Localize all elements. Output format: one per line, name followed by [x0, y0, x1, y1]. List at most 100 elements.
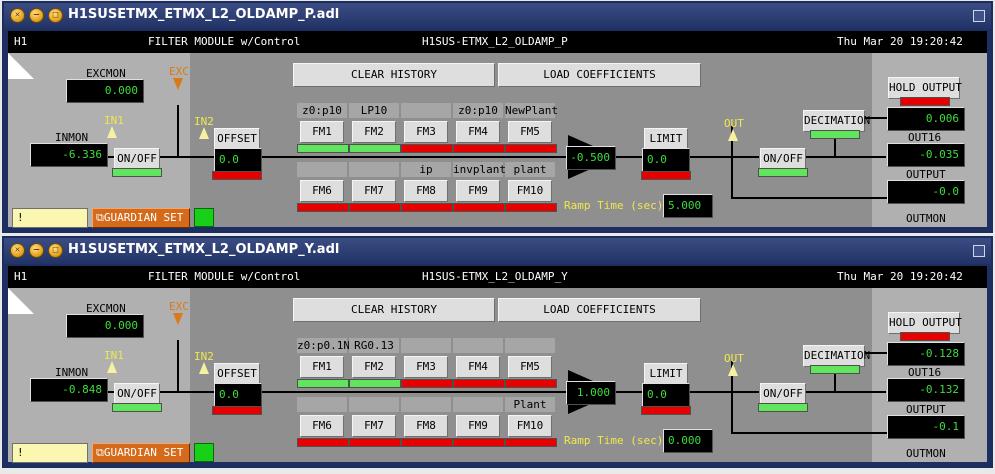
filter-name-label: [401, 397, 451, 412]
filter-button-fm8[interactable]: FM8: [404, 415, 448, 437]
site-label: H1: [14, 35, 28, 48]
maximize-icon[interactable]: □: [48, 243, 63, 258]
load-coefficients-button[interactable]: LOAD COEFFICIENTS: [498, 63, 701, 87]
filter-state-indicator: [453, 438, 505, 447]
site-label: H1: [14, 270, 28, 283]
filter-state-indicator: [401, 379, 453, 388]
limit-input[interactable]: 0.0: [642, 148, 690, 172]
filter-button-fm3[interactable]: FM3: [404, 121, 448, 143]
filter-button-fm10[interactable]: FM10: [508, 415, 552, 437]
module-type-label: FILTER MODULE w/Control: [148, 35, 301, 48]
window-menu-icon[interactable]: [973, 10, 985, 22]
window-title-bar[interactable]: ✕ – □ H1SUSETMX_ETMX_L2_OLDAMP_P.adl: [4, 3, 991, 29]
datetime-label: Thu Mar 20 19:20:42: [837, 35, 963, 48]
output-switch-button[interactable]: ON/OFF: [760, 383, 806, 405]
offset-input[interactable]: 0.0: [214, 383, 262, 407]
output-switch-indicator: [758, 403, 808, 412]
filter-name-label: plant: [505, 162, 555, 177]
filter-button-fm4[interactable]: FM4: [456, 121, 500, 143]
inmon-readback: -0.848: [30, 378, 108, 402]
filter-button-fm5[interactable]: FM5: [508, 121, 552, 143]
limit-indicator: [641, 406, 691, 415]
output-switch-button[interactable]: ON/OFF: [760, 148, 806, 170]
window-title: H1SUSETMX_ETMX_L2_OLDAMP_P.adl: [68, 7, 340, 22]
window-title-bar[interactable]: ✕ – □ H1SUSETMX_ETMX_L2_OLDAMP_Y.adl: [4, 238, 991, 264]
offset-button[interactable]: OFFSET: [214, 363, 260, 385]
filter-button-fm2[interactable]: FM2: [352, 121, 396, 143]
filter-button-fm7[interactable]: FM7: [352, 180, 396, 202]
offset-indicator: [212, 171, 262, 180]
offset-button[interactable]: OFFSET: [214, 128, 260, 150]
filter-state-indicator: [505, 438, 557, 447]
clear-history-button[interactable]: CLEAR HISTORY: [293, 298, 495, 322]
filter-state-indicator: [401, 144, 453, 153]
output-readback: -0.0: [887, 180, 965, 204]
filter-button-fm10[interactable]: FM10: [508, 180, 552, 202]
output-readback: -0.1: [887, 415, 965, 439]
exc-arrow-icon: [173, 313, 183, 325]
header-bar: H1 FILTER MODULE w/Control H1SUS-ETMX_L2…: [8, 31, 987, 53]
filter-button-fm8[interactable]: FM8: [404, 180, 448, 202]
limit-button[interactable]: LIMIT: [644, 363, 688, 385]
filter-button-fm5[interactable]: FM5: [508, 356, 552, 378]
filter-name-label: z0:p10: [297, 103, 347, 118]
hold-output-button[interactable]: HOLD OUTPUT: [888, 77, 962, 99]
maximize-icon[interactable]: □: [48, 8, 63, 23]
outmon-label: OUTMON: [906, 212, 946, 225]
filter-button-fm9[interactable]: FM9: [456, 180, 500, 202]
window-menu-icon[interactable]: [973, 245, 985, 257]
filter-name-label: NewPlant: [505, 103, 558, 118]
filter-name-label: H1SUS-ETMX_L2_OLDAMP_Y: [422, 270, 568, 283]
filter-name-label: z0:p10: [453, 103, 503, 118]
filter-state-indicator: [349, 144, 401, 153]
filter-button-fm7[interactable]: FM7: [352, 415, 396, 437]
filter-name-label: [297, 162, 347, 177]
guardian-set-button[interactable]: ⧉GUARDIAN SET: [92, 208, 190, 228]
filter-button-fm9[interactable]: FM9: [456, 415, 500, 437]
guardian-set-label: GUARDIAN SET: [103, 446, 184, 459]
filter-button-fm3[interactable]: FM3: [404, 356, 448, 378]
input-switch-button[interactable]: ON/OFF: [114, 148, 160, 170]
filter-button-fm2[interactable]: FM2: [352, 356, 396, 378]
filter-state-indicator: [505, 144, 557, 153]
hold-output-button[interactable]: HOLD OUTPUT: [888, 312, 962, 334]
gain-input[interactable]: 1.000: [566, 381, 616, 405]
gain-input[interactable]: -0.500: [566, 146, 616, 170]
guardian-set-button[interactable]: ⧉GUARDIAN SET: [92, 443, 190, 463]
limit-input[interactable]: 0.0: [642, 383, 690, 407]
filter-button-fm6[interactable]: FM6: [300, 180, 344, 202]
filter-state-indicator: [297, 379, 349, 388]
exc-label: EXC: [169, 65, 189, 78]
close-icon[interactable]: ✕: [10, 8, 25, 23]
filter-button-fm4[interactable]: FM4: [456, 356, 500, 378]
guardian-status-indicator: [194, 443, 214, 462]
inmon-readback: -6.336: [30, 143, 108, 167]
filter-button-fm1[interactable]: FM1: [300, 121, 344, 143]
filter-state-indicator: [453, 144, 505, 153]
filter-window-y: ✕ – □ H1SUSETMX_ETMX_L2_OLDAMP_Y.adl H1 …: [2, 236, 993, 468]
decimation-button[interactable]: DECIMATION: [803, 110, 870, 132]
minimize-icon[interactable]: –: [29, 8, 44, 23]
decimation-button[interactable]: DECIMATION: [803, 345, 870, 367]
hold-output-readback: 0.006: [887, 107, 965, 131]
guardian-set-label: GUARDIAN SET: [103, 211, 184, 224]
hold-output-readback: -0.128: [887, 342, 965, 366]
offset-input[interactable]: 0.0: [214, 148, 262, 172]
ramp-time-input[interactable]: 0.000: [663, 429, 713, 453]
minimize-icon[interactable]: –: [29, 243, 44, 258]
filter-name-label: [401, 103, 451, 118]
filter-name-label: LP10: [349, 103, 399, 118]
filter-module-panel: H1 FILTER MODULE w/Control H1SUS-ETMX_L2…: [8, 266, 987, 463]
load-coefficients-button[interactable]: LOAD COEFFICIENTS: [498, 298, 701, 322]
limit-button[interactable]: LIMIT: [644, 128, 688, 150]
filter-button-fm6[interactable]: FM6: [300, 415, 344, 437]
status-field: !: [12, 443, 88, 463]
input-switch-button[interactable]: ON/OFF: [114, 383, 160, 405]
guardian-status-indicator: [194, 208, 214, 227]
close-icon[interactable]: ✕: [10, 243, 25, 258]
ramp-time-input[interactable]: 5.000: [663, 194, 713, 218]
out-arrow-icon: [728, 364, 738, 376]
filter-name-label: [401, 338, 451, 353]
filter-button-fm1[interactable]: FM1: [300, 356, 344, 378]
clear-history-button[interactable]: CLEAR HISTORY: [293, 63, 495, 87]
